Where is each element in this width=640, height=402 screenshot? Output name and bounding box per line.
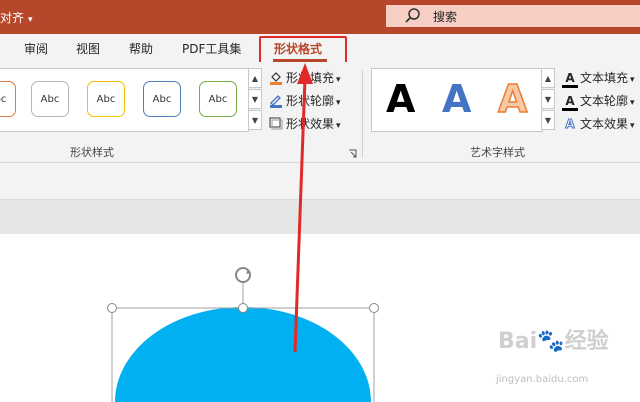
resize-handle[interactable] [238, 303, 248, 313]
resize-handle[interactable] [107, 303, 117, 313]
resize-handle[interactable] [369, 303, 379, 313]
annotation-arrowhead [297, 63, 313, 84]
baidu-watermark-url: jingyan.baidu.com [496, 374, 589, 385]
annotation-arrow [293, 77, 307, 353]
rotate-handle-icon[interactable] [235, 267, 251, 283]
semicircle-shape[interactable] [115, 307, 371, 402]
baidu-watermark-logo: Bai🐾经验 [498, 329, 609, 354]
